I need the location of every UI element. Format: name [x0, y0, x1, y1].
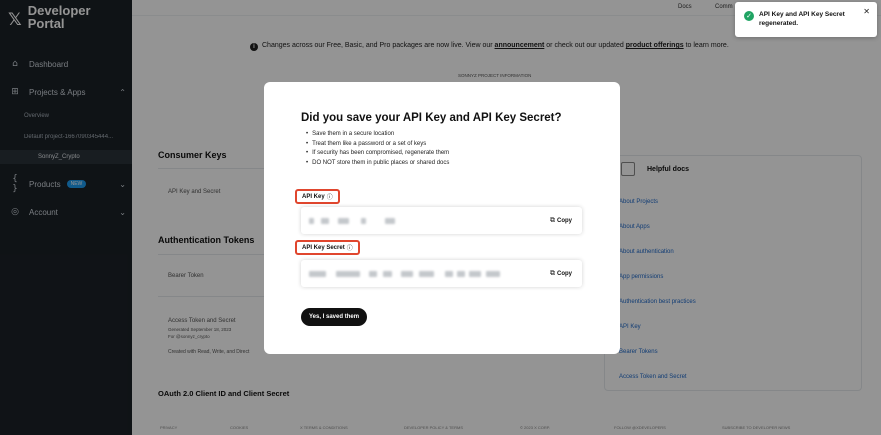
api-key-label-text: API Key — [302, 193, 325, 200]
redacted-text — [486, 271, 500, 277]
api-key-label: API Key ⓘ — [295, 189, 340, 204]
api-key-secret-label-text: API Key Secret — [302, 244, 345, 251]
success-toast: ✓ API Key and API Key Secret regenerated… — [735, 2, 877, 37]
api-key-secret-label: API Key Secret ⓘ — [295, 240, 360, 255]
redacted-text — [419, 271, 434, 277]
copy-api-key-button[interactable]: ⧉ Copy — [550, 216, 572, 225]
security-tips-list: Save them in a secure location Treat the… — [306, 130, 449, 168]
redacted-text — [445, 271, 453, 277]
copy-label: Copy — [557, 270, 572, 277]
info-icon[interactable]: ⓘ — [327, 192, 333, 201]
redacted-text — [361, 218, 366, 224]
redacted-text — [338, 218, 349, 224]
list-item: Treat them like a password or a set of k… — [306, 140, 449, 150]
list-item: If security has been compromised, regene… — [306, 149, 449, 159]
redacted-text — [383, 271, 392, 277]
redacted-text — [336, 271, 360, 277]
close-icon[interactable]: ✕ — [863, 7, 870, 16]
toast-message: API Key and API Key Secret regenerated. — [759, 11, 845, 27]
list-item: Save them in a secure location — [306, 130, 449, 140]
save-keys-modal: Did you save your API Key and API Key Se… — [264, 82, 620, 354]
redacted-text — [469, 271, 481, 277]
redacted-text — [385, 218, 395, 224]
redacted-text — [401, 271, 413, 277]
copy-icon: ⧉ — [550, 216, 555, 224]
info-icon[interactable]: ⓘ — [347, 243, 353, 252]
list-item: DO NOT store them in public places or sh… — [306, 159, 449, 169]
api-key-field[interactable]: ⧉ Copy — [301, 207, 582, 234]
redacted-text — [457, 271, 465, 277]
redacted-text — [309, 271, 326, 277]
api-key-secret-field[interactable]: ⧉ Copy — [301, 260, 582, 287]
redacted-text — [309, 218, 314, 224]
copy-api-secret-button[interactable]: ⧉ Copy — [550, 269, 572, 278]
redacted-text — [369, 271, 377, 277]
confirm-saved-button[interactable]: Yes, I saved them — [301, 308, 368, 326]
copy-icon: ⧉ — [550, 269, 555, 277]
modal-title: Did you save your API Key and API Key Se… — [301, 112, 562, 124]
copy-label: Copy — [557, 217, 572, 224]
redacted-text — [321, 218, 329, 224]
check-circle-icon: ✓ — [744, 11, 754, 21]
